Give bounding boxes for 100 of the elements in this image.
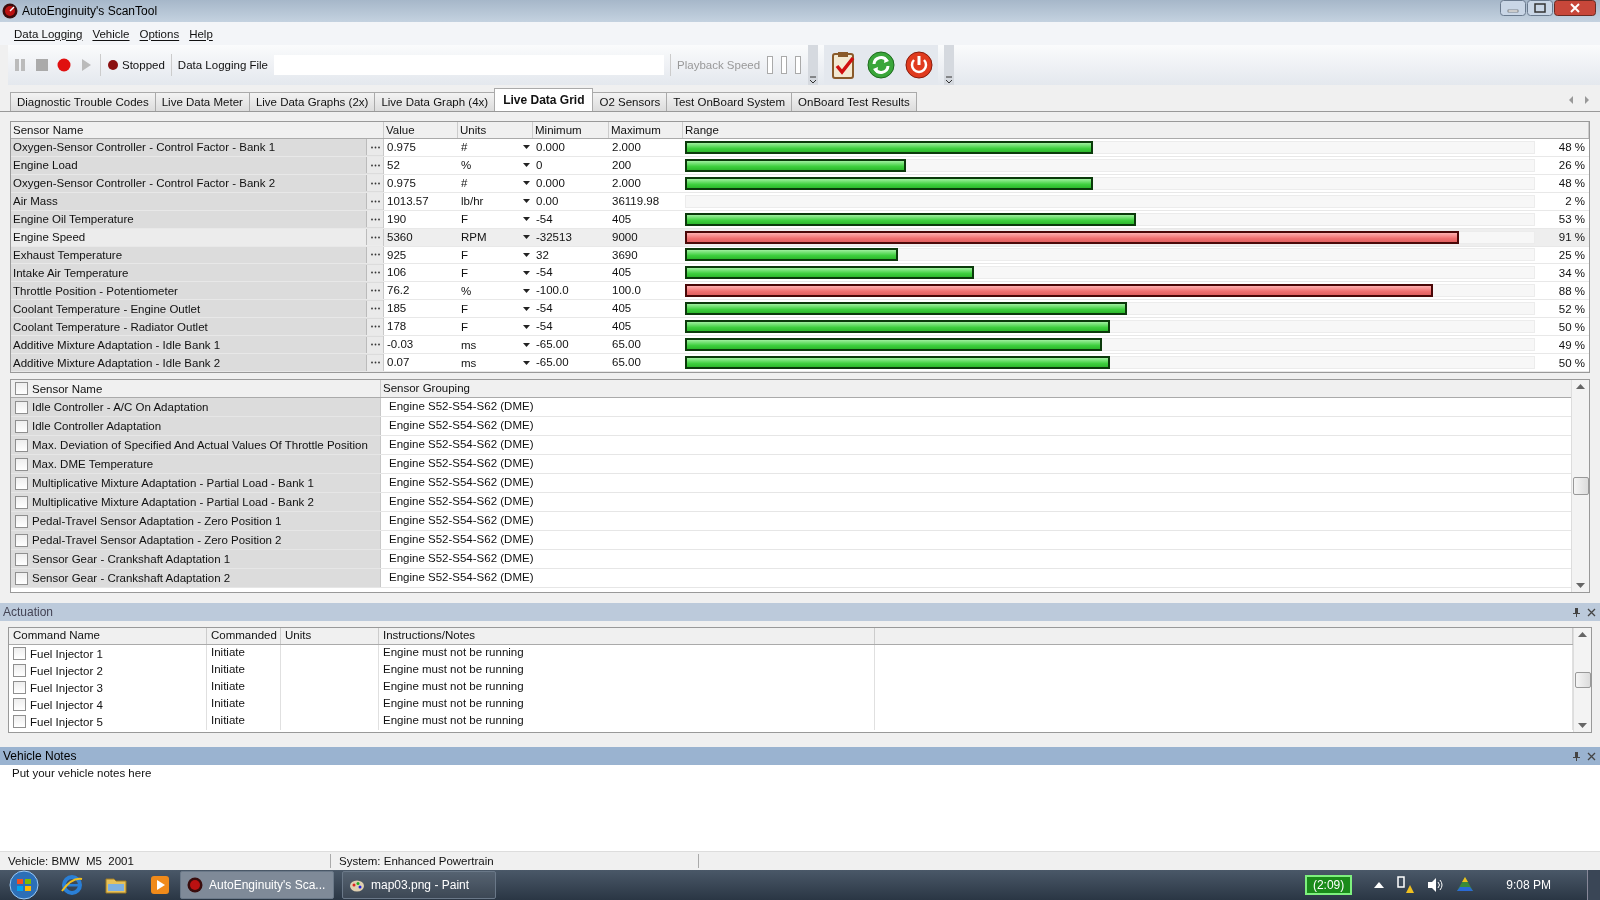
pin-icon[interactable] xyxy=(1572,751,1581,761)
checkbox[interactable] xyxy=(15,419,28,433)
range-reading: 48 % xyxy=(1558,141,1586,154)
maximize-icon[interactable] xyxy=(1527,0,1553,16)
table-cell: Initiate xyxy=(207,645,281,662)
column-header[interactable]: Value xyxy=(384,122,458,138)
ellipsis-button[interactable] xyxy=(366,175,383,192)
triangle-icon[interactable] xyxy=(1456,876,1475,894)
pin-icon[interactable] xyxy=(1572,607,1581,617)
table-cell-text: F xyxy=(460,319,470,335)
checkbox[interactable] xyxy=(15,400,28,414)
tab[interactable]: Live Data Graph (4x) xyxy=(374,92,496,111)
column-header[interactable]: Commanded xyxy=(207,628,281,644)
checkbox[interactable] xyxy=(15,495,28,509)
checkbox[interactable] xyxy=(15,533,28,547)
taskbar-button[interactable]: map03.png - Paint xyxy=(342,871,496,899)
ellipsis-button[interactable] xyxy=(366,264,383,281)
ellipsis-button[interactable] xyxy=(366,282,383,299)
ellipsis-icon xyxy=(370,325,380,329)
checkbox[interactable] xyxy=(15,571,28,585)
slider-icon[interactable] xyxy=(766,55,775,75)
ellipsis-button[interactable] xyxy=(366,336,383,353)
scroll-thumb[interactable] xyxy=(1574,672,1591,688)
ellipsis-button[interactable] xyxy=(366,354,383,371)
ellipsis-button[interactable] xyxy=(366,193,383,210)
slider-icon[interactable] xyxy=(780,55,789,75)
column-header[interactable]: Units xyxy=(281,628,379,644)
scrollbar[interactable] xyxy=(1571,380,1589,592)
notes-area[interactable]: Put your vehicle notes here xyxy=(0,765,1600,851)
tab[interactable]: Live Data Grid xyxy=(494,88,594,111)
tab[interactable]: OnBoard Test Results xyxy=(791,92,917,111)
range-reading: 50 % xyxy=(1558,356,1586,369)
checkbox[interactable] xyxy=(13,715,26,728)
scroll-right-icon[interactable] xyxy=(1582,95,1592,105)
tray-arrow-icon[interactable] xyxy=(1374,882,1385,888)
close-icon[interactable] xyxy=(1587,751,1596,761)
table-cell-text: ms xyxy=(460,355,478,371)
slider-icon[interactable] xyxy=(794,55,803,75)
checkbox[interactable] xyxy=(15,514,28,528)
scrollbar[interactable] xyxy=(1573,628,1591,732)
column-header[interactable]: Range xyxy=(683,122,1589,138)
checkbox[interactable] xyxy=(13,664,26,677)
column-header[interactable]: Instructions/Notes xyxy=(379,628,875,644)
network-warning-icon[interactable] xyxy=(1396,876,1415,894)
column-header[interactable]: Sensor Name xyxy=(11,122,384,138)
checkbox[interactable] xyxy=(15,552,28,566)
power-icon[interactable] xyxy=(904,50,935,80)
scroll-thumb[interactable] xyxy=(1572,477,1589,495)
tab[interactable]: Test OnBoard System xyxy=(666,92,793,111)
column-header[interactable]: Units xyxy=(458,122,533,138)
menu-item[interactable]: Vehicle xyxy=(88,25,134,42)
media-player-icon[interactable] xyxy=(148,873,172,897)
table-cell-text: Engine S52-S54-S62 (DME) xyxy=(388,475,535,490)
pause-icon[interactable] xyxy=(12,57,28,73)
column-header[interactable]: Sensor Name xyxy=(32,382,103,395)
sensor-name: Multiplicative Mixture Adaptation - Partial Load - Bank 1 xyxy=(32,477,314,489)
checkbox[interactable] xyxy=(13,681,26,694)
caret-icon xyxy=(522,163,530,168)
checkbox[interactable] xyxy=(15,457,28,471)
stop-icon[interactable] xyxy=(34,57,50,73)
table-cell-text: 106 xyxy=(386,265,408,281)
overflow-icon[interactable] xyxy=(808,45,819,85)
column-header[interactable]: Sensor Grouping xyxy=(381,380,1571,397)
minimize-icon[interactable] xyxy=(1500,0,1526,16)
overflow-icon[interactable] xyxy=(944,45,955,85)
menu-item[interactable]: Options xyxy=(135,25,184,42)
column-header[interactable]: Maximum xyxy=(609,122,683,138)
table-cell-text: 178 xyxy=(386,319,408,335)
checkbox[interactable] xyxy=(15,476,28,490)
ellipsis-button[interactable] xyxy=(366,211,383,228)
ellipsis-button[interactable] xyxy=(366,318,383,335)
column-header[interactable]: Minimum xyxy=(533,122,609,138)
ellipsis-button[interactable] xyxy=(366,229,383,246)
tab[interactable]: Live Data Meter xyxy=(154,92,250,111)
checkbox[interactable] xyxy=(15,438,28,452)
ellipsis-button[interactable] xyxy=(366,139,383,156)
table-cell-text: 1013.57 xyxy=(386,193,430,209)
tab[interactable]: O2 Sensors xyxy=(592,92,668,111)
table-cell-text: 405 xyxy=(611,301,633,317)
clock[interactable]: 9:08 PM xyxy=(1506,878,1551,892)
menu-item[interactable]: Data Logging xyxy=(10,25,87,42)
checkbox[interactable] xyxy=(13,698,26,711)
show-desktop-button[interactable] xyxy=(1587,870,1600,900)
scroll-down-icon xyxy=(1576,583,1585,588)
refresh-icon[interactable] xyxy=(866,50,897,80)
ellipsis-button[interactable] xyxy=(366,300,383,317)
browser-icon[interactable] xyxy=(60,873,84,897)
taskbar-button[interactable]: AutoEnginuity's Sca... xyxy=(180,871,334,899)
close-icon[interactable] xyxy=(1554,0,1596,16)
ellipsis-button[interactable] xyxy=(366,157,383,174)
speaker-icon[interactable] xyxy=(1426,876,1445,894)
menu-item[interactable]: Help xyxy=(185,25,217,42)
tab[interactable]: Diagnostic Trouble Codes xyxy=(10,92,156,111)
checkbox[interactable] xyxy=(15,382,28,395)
record-icon[interactable] xyxy=(56,57,72,73)
checkbox[interactable] xyxy=(13,647,26,660)
column-header[interactable]: Command Name xyxy=(9,628,207,644)
close-icon[interactable] xyxy=(1587,607,1596,617)
tab[interactable]: Live Data Graphs (2x) xyxy=(248,92,376,111)
battery-indicator[interactable]: (2:09) xyxy=(1304,875,1353,895)
